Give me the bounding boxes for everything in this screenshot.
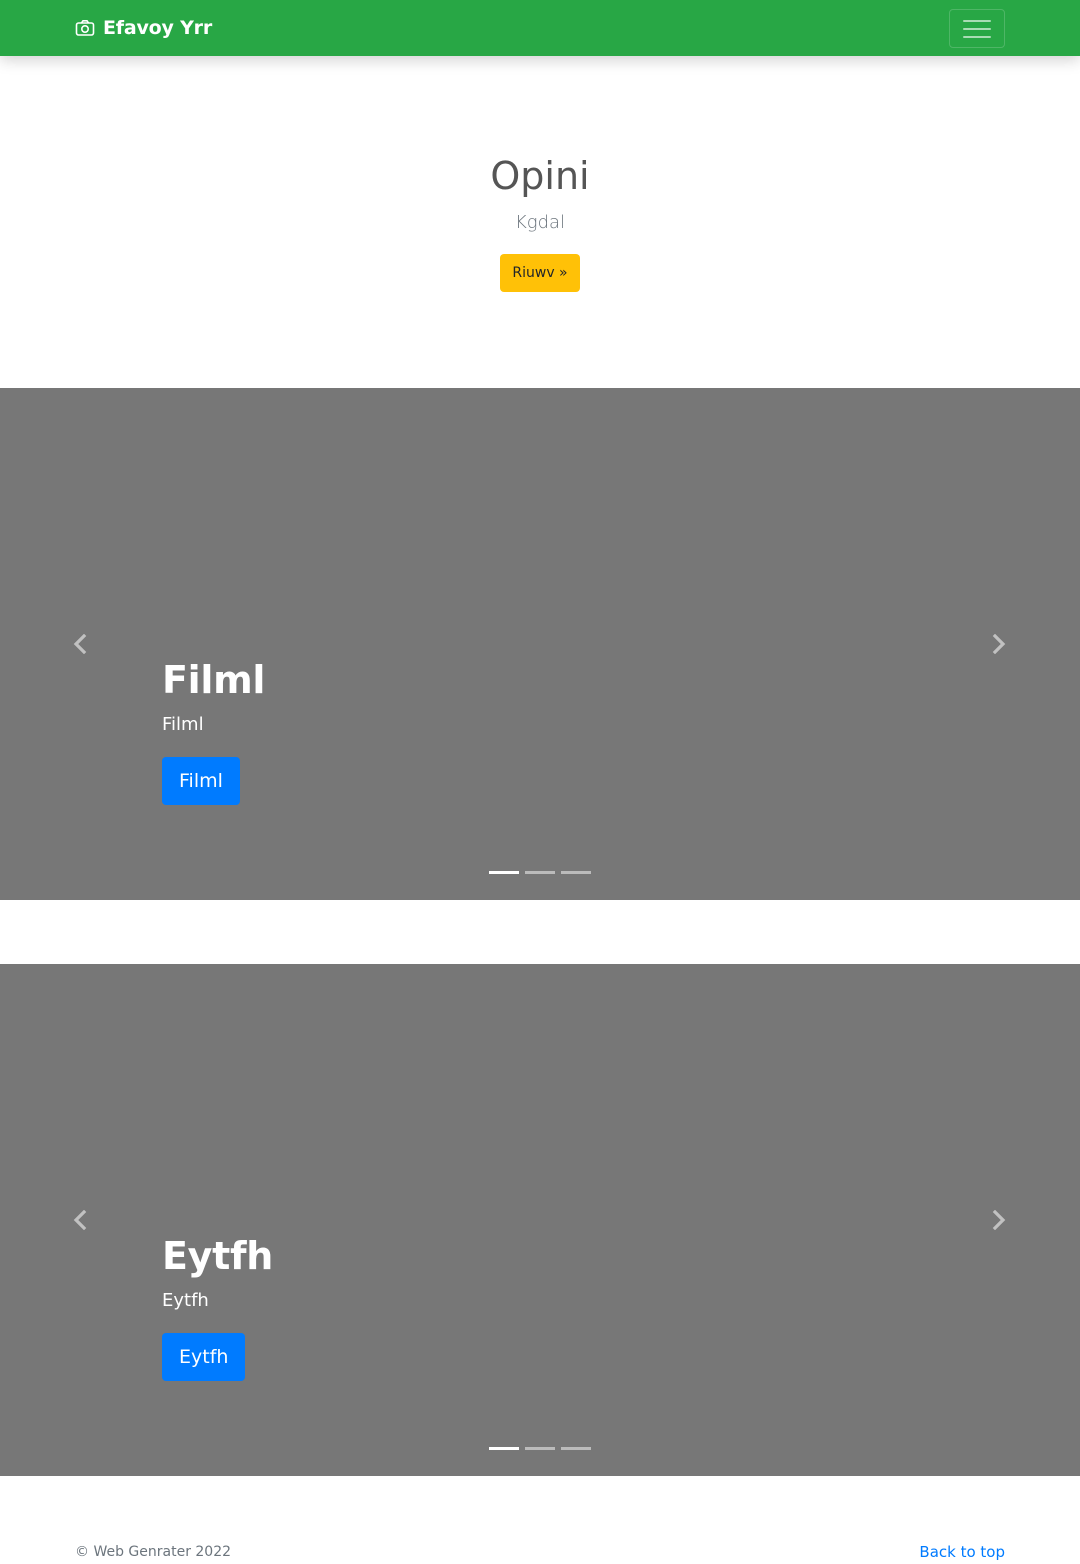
hamburger-icon-bar xyxy=(963,35,991,38)
carousel-caption: Eytfh Eytfh Eytfh xyxy=(162,1234,273,1381)
hamburger-icon-bar xyxy=(963,27,991,30)
hero-subtitle: Kgdal xyxy=(514,212,566,233)
back-to-top-link[interactable]: Back to top xyxy=(919,1543,1005,1561)
hero-title: Opini xyxy=(490,154,590,198)
carousel-subtitle: Eytfh xyxy=(162,1289,209,1311)
navbar: Efavoy Yrr xyxy=(0,0,1080,56)
carousel-indicator-1[interactable] xyxy=(489,1447,519,1450)
hamburger-icon-bar xyxy=(963,19,991,22)
navbar-toggler-button[interactable] xyxy=(949,9,1005,48)
carousel: Eytfh Eytfh Eytfh xyxy=(0,964,1080,1476)
carousel-indicators xyxy=(489,871,591,874)
carousel-title: Filml xyxy=(162,658,266,702)
carousel-next-button[interactable] xyxy=(983,628,1013,660)
carousel-indicator-2[interactable] xyxy=(525,1447,555,1450)
carousel-caption: Filml Filml Filml xyxy=(162,658,265,805)
brand-name: Efavoy Yrr xyxy=(103,17,213,39)
chevron-left-icon xyxy=(73,1210,87,1230)
chevron-left-icon xyxy=(73,634,87,654)
carousel-indicator-3[interactable] xyxy=(561,1447,591,1450)
carousel: Filml Filml Filml xyxy=(0,388,1080,900)
chevron-right-icon xyxy=(992,634,1006,654)
carousel-indicators xyxy=(489,1447,591,1450)
camera-icon xyxy=(75,19,95,37)
carousel-indicator-2[interactable] xyxy=(525,871,555,874)
carousel-prev-button[interactable] xyxy=(66,628,96,660)
carousel-prev-button[interactable] xyxy=(66,1204,96,1236)
carousel-indicator-1[interactable] xyxy=(489,871,519,874)
chevron-right-icon xyxy=(992,1210,1006,1230)
hero-section: Opini Kgdal Riuwv » xyxy=(0,56,1080,388)
carousel-cta-button[interactable]: Eytfh xyxy=(162,1332,246,1381)
carousel-cta-button[interactable]: Filml xyxy=(162,756,240,805)
brand-link[interactable]: Efavoy Yrr xyxy=(75,0,212,56)
hero-cta-button[interactable]: Riuwv » xyxy=(500,254,580,292)
carousel-title: Eytfh xyxy=(162,1234,273,1278)
footer: © Web Genrater 2022 Back to top xyxy=(0,1476,1080,1564)
carousel-indicator-3[interactable] xyxy=(561,871,591,874)
carousel-subtitle: Filml xyxy=(162,713,204,735)
carousel-next-button[interactable] xyxy=(983,1204,1013,1236)
copyright-text: © Web Genrater 2022 xyxy=(75,1544,232,1560)
